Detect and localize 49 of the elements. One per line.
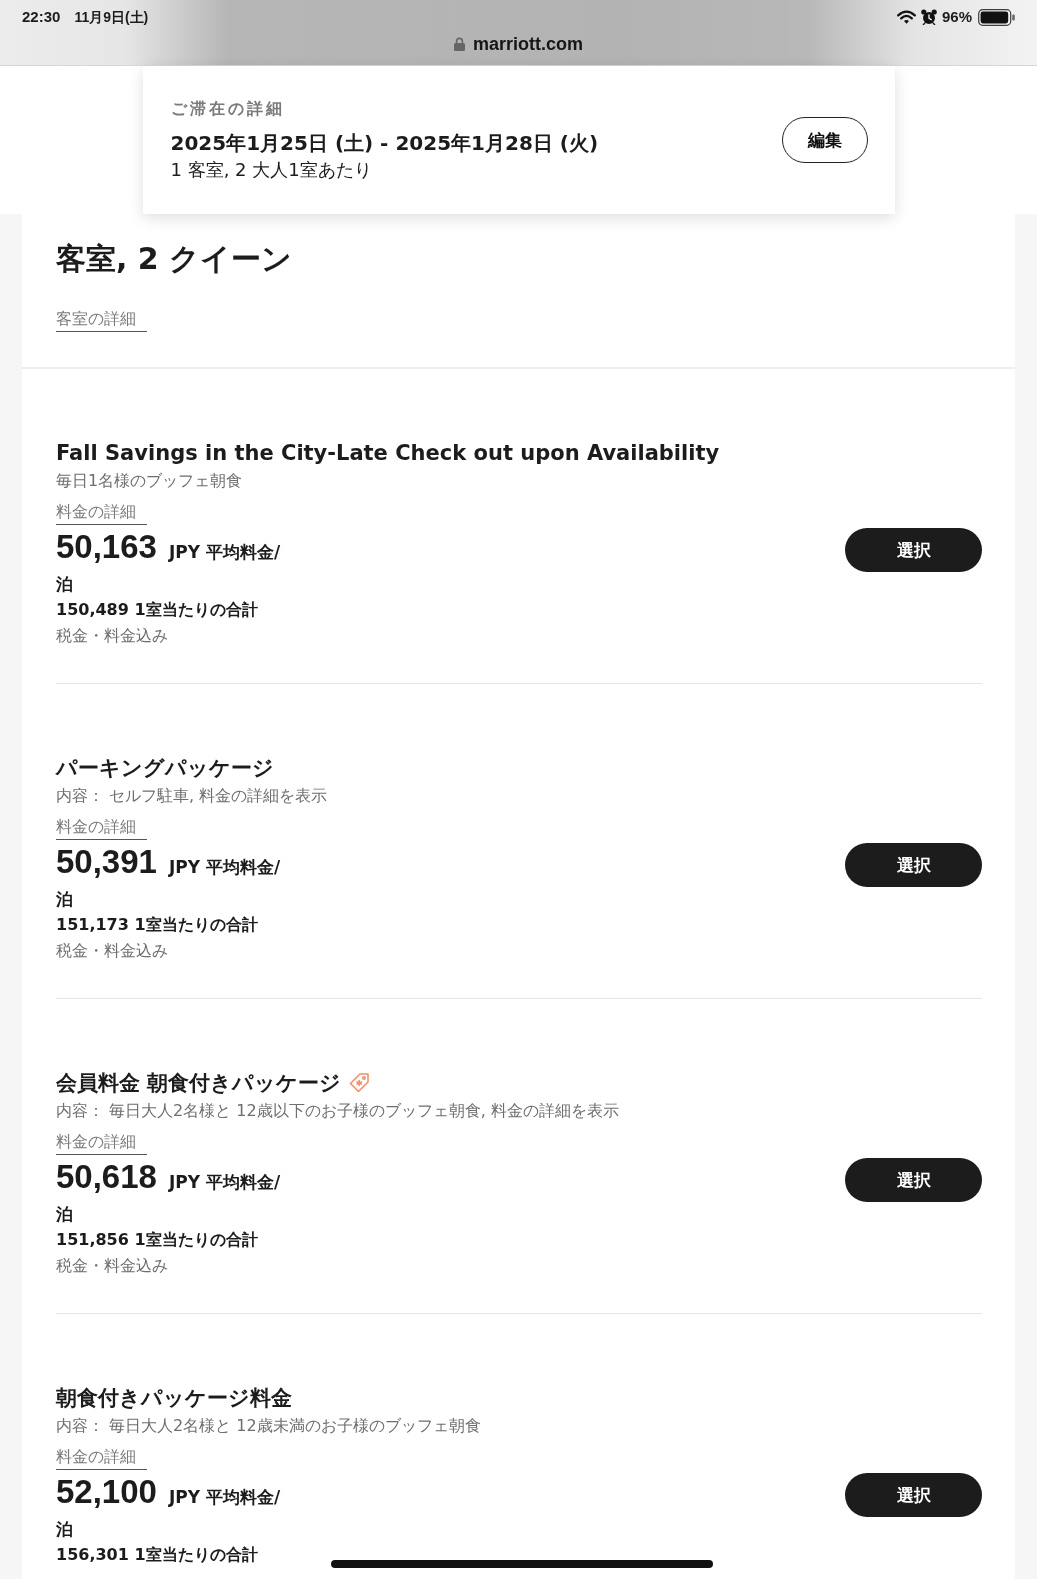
guest-summary: 1 客室, 2 大人1室あたり [170,159,373,181]
stay-details-label: ご滞在の詳細 [170,99,286,119]
rate-total: 150,489 1室当たりの合計 [56,599,259,621]
rate-total: 156,301 1室当たりの合計 [56,1544,259,1566]
lock-icon [454,37,465,51]
price-unit: 泊 [56,888,73,910]
rate-total: 151,173 1室当たりの合計 [56,914,259,936]
rate-price: 50,163 [56,527,157,567]
price-unit: 泊 [56,1203,73,1225]
price-unit: JPY 平均料金/ [168,1171,281,1193]
rate-price: 50,391 [56,842,157,882]
tax-note: 税金・料金込み [56,941,169,961]
status-date: 11月9日(土) [74,8,149,26]
rate-title: 朝食付きパッケージ料金 [56,1385,292,1412]
price-unit: JPY 平均料金/ [168,541,281,563]
rate-title: 会員料金 朝食付きパッケージ [56,1070,342,1097]
rate-details-link[interactable]: 料金の詳細 [56,1131,147,1155]
rate-price: 52,100 [56,1472,157,1512]
tax-note: 税金・料金込み [56,1256,169,1276]
room-title: 客室, 2 クイーン [56,241,294,277]
clock-time: 22:30 [22,8,61,26]
wifi-icon [896,10,916,24]
price-unit: JPY 平均料金/ [168,1486,281,1508]
address-bar[interactable]: marriott.com [454,34,583,54]
stay-dates: 2025年1月25日 (土) - 2025年1月28日 (火) [170,131,599,155]
battery-percent: 96% [941,8,972,26]
rate-details-link[interactable]: 料金の詳細 [56,501,147,525]
rate-total: 151,856 1室当たりの合計 [56,1229,259,1251]
select-button[interactable]: 選択 [845,1158,982,1202]
select-button[interactable]: 選択 [845,528,982,572]
rate-details-link[interactable]: 料金の詳細 [56,1446,147,1470]
rate-details-link[interactable]: 料金の詳細 [56,816,147,840]
rate-description: 内容： 毎日大人2名様と 12歳未満のお子様のブッフェ朝食 [56,1415,481,1436]
rate-description: 内容： セルフ駐車, 料金の詳細を表示 [56,785,328,806]
rate-title: パーキングパッケージ [56,755,274,782]
rate-title: Fall Savings in the City-Late Check out upon Availability [56,440,720,467]
rate-price: 50,618 [56,1157,157,1197]
rate-description: 内容： 毎日大人2名様と 12歳以下のお子様のブッフェ朝食, 料金の詳細を表示 [56,1100,619,1121]
price-unit: 泊 [56,1518,73,1540]
edit-button[interactable]: 編集 [781,117,868,163]
tax-note: 税金・料金込み [56,626,169,646]
select-button[interactable]: 選択 [845,843,982,887]
price-unit: 泊 [56,573,73,595]
select-button[interactable]: 選択 [845,1473,982,1517]
room-details-link[interactable]: 客室の詳細 [56,308,147,332]
price-unit: JPY 平均料金/ [168,856,281,878]
alarm-clock-icon [920,9,937,25]
battery-icon [978,8,1015,26]
rate-description: 毎日1名様のブッフェ朝食 [56,470,244,491]
